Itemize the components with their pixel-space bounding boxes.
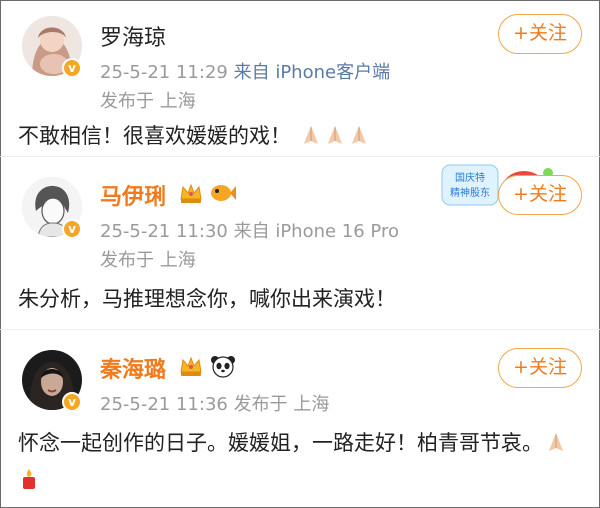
post-time: 25-5-21 11:29 (100, 62, 228, 83)
follow-button[interactable]: +关注 (498, 348, 582, 388)
comment-post: v 罗海琼 25-5-21 11:29 来自 iPhone客户端 发布于 上海 … (0, 0, 600, 156)
verified-badge-icon: v (62, 219, 82, 239)
post-meta: 25-5-21 11:36 发布于 上海 (100, 390, 329, 416)
post-location: 发布于 上海 (100, 91, 196, 112)
crown-icon (178, 181, 204, 209)
crown-icon (178, 354, 204, 382)
post-source: 来自 iPhone 16 Pro (233, 221, 399, 242)
post-location: 发布于 上海 (100, 250, 196, 271)
pray-emoji (324, 122, 346, 156)
post-body: 怀念一起创作的日子。媛媛姐，一路走好！柏青哥节哀。 (18, 426, 584, 500)
user-name[interactable]: 秦海璐 (100, 352, 166, 384)
post-meta: 25-5-21 11:29 来自 iPhone客户端 (100, 58, 390, 84)
pray-emoji (348, 122, 370, 156)
panda-icon (210, 354, 236, 382)
post-time: 25-5-21 11:36 (100, 394, 228, 415)
post-body: 不敢相信！很喜欢媛媛的戏！ (18, 119, 370, 156)
fish-icon (208, 181, 236, 209)
post-time: 25-5-21 11:30 (100, 221, 228, 242)
svg-text:国庆特: 国庆特 (455, 171, 485, 184)
follow-button[interactable]: +关注 (498, 14, 582, 54)
post-location: 发布于 上海 (233, 394, 330, 415)
verified-badge-icon: v (62, 392, 82, 412)
user-name[interactable]: 马伊琍 (100, 179, 166, 211)
pray-emoji (545, 429, 567, 463)
post-text: 朱分析，马推理想念你，喊你出来演戏！ (18, 287, 396, 311)
post-text: 怀念一起创作的日子。媛媛姐，一路走好！柏青哥节哀。 (18, 431, 543, 455)
candle-emoji (20, 466, 38, 500)
post-meta: 25-5-21 11:30 来自 iPhone 16 Pro (100, 217, 399, 243)
comment-post: v 秦海璐 25-5-21 11:36 发布于 上海 +关注 怀念一起创作的日子… (0, 330, 600, 508)
post-source: 来自 iPhone客户端 (233, 62, 391, 83)
follow-button[interactable]: +关注 (498, 175, 582, 215)
post-text: 不敢相信！很喜欢媛媛的戏！ (18, 124, 291, 148)
pray-emoji (300, 122, 322, 156)
svg-text:精神股东: 精神股东 (450, 186, 490, 199)
user-name[interactable]: 罗海琼 (100, 20, 166, 52)
comment-post: v 马伊琍 25-5-21 11:30 来自 iPhone 16 Pro 发布于… (0, 157, 600, 329)
verified-badge-icon: v (62, 58, 82, 78)
